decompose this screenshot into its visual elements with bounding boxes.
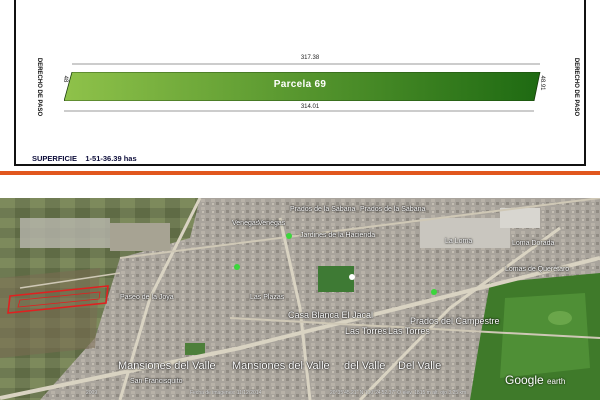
right-of-way-right: DERECHO DE PASO	[573, 57, 579, 117]
imagery-date: Fecha de imágenes: 11/12/2014	[190, 390, 262, 396]
map-label: San Francisquito	[130, 378, 183, 385]
brand-text: Google	[505, 373, 544, 387]
dimension-left: 48	[62, 75, 68, 83]
map-label: Prados de la Sabana	[360, 206, 426, 213]
right-of-way-left: DERECHO DE PASO	[36, 57, 42, 117]
map-label: Jardines de la Hacienda	[300, 232, 376, 239]
parcel-name: Parcela 69	[273, 79, 327, 90]
area-label: SUPERFICIE	[32, 154, 78, 163]
area-statement: SUPERFICIE 1-51-36.39 has	[32, 154, 137, 163]
dimension-line-top	[72, 63, 540, 65]
placemark-icon[interactable]	[233, 263, 241, 271]
placemark-icon[interactable]	[348, 273, 356, 281]
google-earth-logo: Google earth	[505, 373, 565, 387]
section-divider	[0, 171, 600, 175]
map-label: Venegas	[232, 220, 260, 227]
map-label: Prados de la Sabana	[290, 206, 356, 213]
map-label: Loma Dorada	[512, 240, 555, 247]
map-label: Mansiones del Valle	[118, 360, 216, 372]
dimension-right: 48.91	[539, 75, 545, 91]
imagery-year: 2009	[86, 390, 98, 396]
map-label: Las Torres	[345, 326, 387, 336]
coordinate-readout: 20°35'45.21" N 100°24'52.37" O elev. 181…	[330, 390, 467, 396]
map-label: La Loma	[445, 238, 473, 245]
placemark-icon[interactable]	[285, 232, 293, 240]
map-label: Mansiones del Valle	[232, 360, 330, 372]
dimension-line-bottom	[64, 110, 534, 112]
map-label: Venegas	[258, 220, 286, 227]
map-label: Las Torres	[388, 326, 430, 336]
map-label: del Valle	[344, 360, 386, 372]
map-label: Del Valle	[398, 360, 442, 372]
placemark-icon[interactable]	[430, 288, 438, 296]
area-value: 1-51-36.39 has	[85, 154, 137, 163]
map-label: Prados del Campestre	[410, 316, 500, 326]
map-label: Paseo de la Joya	[120, 294, 174, 301]
brand-suffix: earth	[547, 377, 566, 386]
map-label: Casa Blanca El Jacal	[288, 310, 374, 320]
map-label: Lomas de Querétaro	[505, 266, 570, 273]
parcel-plan: Parcela 69 317.38 314.01 48 48.91 DERECH…	[0, 0, 600, 170]
map-label: Las Plazas	[250, 294, 285, 301]
